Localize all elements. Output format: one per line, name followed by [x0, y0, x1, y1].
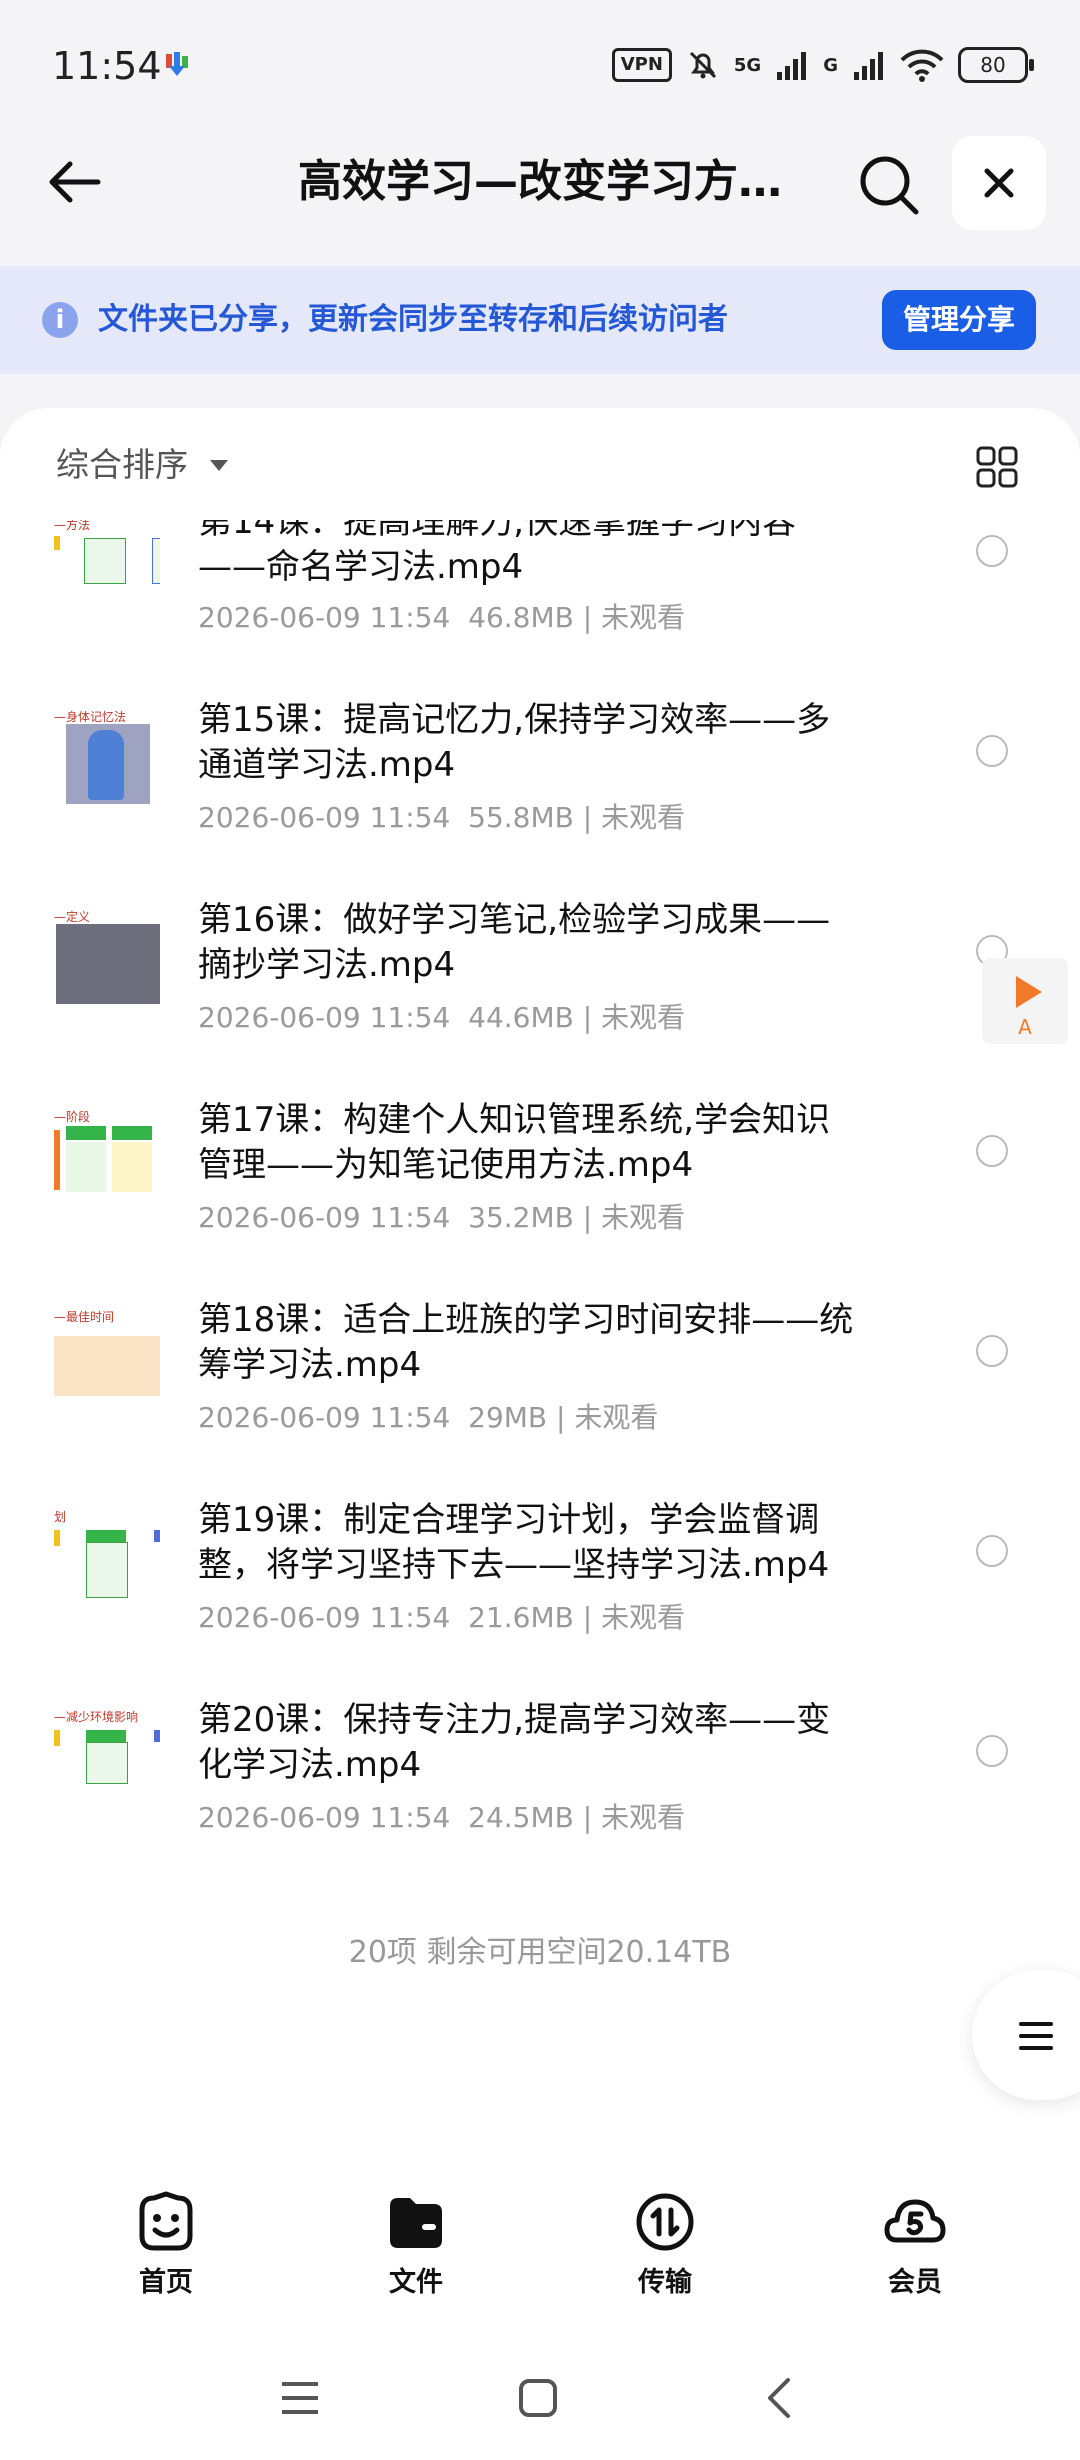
tab-files-label: 文件	[389, 2267, 443, 2298]
manage-share-button[interactable]: 管理分享	[882, 290, 1036, 350]
select-radio[interactable]	[976, 535, 1008, 567]
video-thumbnail: —最佳时间	[54, 1308, 160, 1412]
info-icon: i	[42, 302, 78, 338]
file-name: 第19课：制定合理学习计划，学会监督调整，将学习坚持下去——坚持学习法.mp4	[198, 1500, 830, 1585]
close-icon	[984, 168, 1014, 198]
video-thumbnail: —身体记忆法	[54, 708, 160, 812]
list-item[interactable]: —身体记忆法 第15课：提高记忆力,保持学习效率——多通道学习法.mp4 202…	[0, 698, 1080, 898]
tab-transfer-label: 传输	[638, 2267, 692, 2298]
file-name: 第20课：保持专注力,提高学习效率——变化学习法.mp4	[198, 1700, 831, 1785]
system-navigation-bar	[0, 2340, 1080, 2460]
tab-home-label: 首页	[139, 2267, 193, 2298]
recent-apps-icon[interactable]	[280, 2378, 320, 2418]
network-g-label: G	[823, 54, 838, 76]
list-item[interactable]: —阶段 第17课：构建个人知识管理系统,学会知识管理——为知笔记使用方法.mp4…	[0, 1098, 1080, 1298]
video-thumbnail: —方法	[54, 520, 160, 620]
back-nav-icon[interactable]	[760, 2376, 800, 2420]
select-radio[interactable]	[976, 1135, 1008, 1167]
share-banner-text: 文件夹已分享，更新会同步至转存和后续访问者	[98, 302, 728, 337]
select-radio[interactable]	[976, 735, 1008, 767]
sort-dropdown[interactable]: 综合排序	[56, 440, 188, 490]
app-notification-icon	[166, 52, 188, 76]
list-item[interactable]: 划 第19课：制定合理学习计划，学会监督调整，将学习坚持下去——坚持学习法.mp…	[0, 1498, 1080, 1698]
network-5g-label: 5G	[733, 54, 762, 76]
tab-vip-label: 会员	[888, 2267, 942, 2298]
file-name: 第15课：提高记忆力,保持学习效率——多通道学习法.mp4	[198, 700, 831, 785]
transfer-icon	[636, 2193, 694, 2251]
signal-icon	[777, 52, 807, 80]
battery-indicator: 80	[958, 47, 1034, 83]
select-radio[interactable]	[976, 1735, 1008, 1767]
signal-icon-2	[854, 52, 883, 80]
vpn-badge: VPN	[611, 48, 672, 82]
back-arrow-icon[interactable]	[44, 150, 108, 214]
tab-files[interactable]: 文件	[351, 2190, 481, 2299]
video-thumbnail: —定义	[54, 908, 160, 1012]
tab-transfer[interactable]: 传输	[600, 2190, 730, 2299]
chevron-down-icon[interactable]	[210, 460, 228, 471]
smiley-home-icon	[139, 2191, 193, 2251]
file-name: 第16课：做好学习笔记,检验学习成果——摘抄学习法.mp4	[198, 900, 831, 985]
file-name: 第18课：适合上班族的学习时间安排——统筹学习法.mp4	[198, 1300, 854, 1385]
select-radio[interactable]	[976, 1335, 1008, 1367]
vip-cloud-icon	[884, 2199, 946, 2243]
file-name: 第14课：提高理解力,快速掌握学习内容——命名学习法.mp4	[198, 520, 797, 587]
list-item[interactable]: —最佳时间 第18课：适合上班族的学习时间安排——统筹学习法.mp4 2026-…	[0, 1298, 1080, 1498]
file-meta: 2026-06-09 11:54 55.8MB | 未观看	[198, 801, 686, 834]
folder-icon	[390, 2198, 442, 2248]
file-meta: 2026-06-09 11:54 21.6MB | 未观看	[198, 1601, 686, 1634]
file-meta: 2026-06-09 11:54 46.8MB | 未观看	[198, 601, 686, 634]
video-thumbnail: —阶段	[54, 1108, 160, 1212]
file-meta: 2026-06-09 11:54 24.5MB | 未观看	[198, 1801, 686, 1834]
play-icon: A	[1016, 976, 1042, 1039]
menu-icon	[1019, 2022, 1053, 2050]
list-item[interactable]: —减少环境影响 第20课：保持专注力,提高学习效率——变化学习法.mp4 202…	[0, 1698, 1080, 1860]
page-title: 高效学习—改变学习方…	[298, 156, 782, 207]
home-nav-icon[interactable]	[518, 2378, 558, 2418]
file-meta: 2026-06-09 11:54 44.6MB | 未观看	[198, 1001, 686, 1034]
select-radio[interactable]	[976, 1535, 1008, 1567]
list-item[interactable]: —定义 第16课：做好学习笔记,检验学习成果——摘抄学习法.mp4 2026-0…	[0, 898, 1080, 1098]
video-thumbnail: —减少环境影响	[54, 1708, 160, 1812]
tab-home[interactable]: 首页	[101, 2190, 231, 2299]
bell-muted-icon	[689, 51, 716, 79]
file-meta: 2026-06-09 11:54 35.2MB | 未观看	[198, 1201, 686, 1234]
grid-view-icon[interactable]	[976, 446, 1018, 488]
video-thumbnail: 划	[54, 1508, 160, 1612]
storage-summary: 20项 剩余可用空间20.14TB	[348, 1935, 732, 1970]
file-meta: 2026-06-09 11:54 29MB | 未观看	[198, 1401, 659, 1434]
floating-player-button[interactable]: A	[982, 958, 1068, 1044]
status-bar: 11:54 VPN 5G G 80	[0, 0, 1080, 130]
file-name: 第17课：构建个人知识管理系统,学会知识管理——为知笔记使用方法.mp4	[198, 1100, 831, 1185]
wifi-icon	[900, 49, 944, 82]
status-time: 11:54	[52, 44, 162, 88]
close-button[interactable]	[952, 136, 1046, 230]
tab-vip[interactable]: 会员	[850, 2190, 980, 2299]
svg-text:A: A	[1018, 1015, 1032, 1039]
status-icons: VPN 5G G 80	[611, 44, 1034, 86]
search-icon[interactable]	[854, 150, 924, 220]
list-item[interactable]: —方法 第14课：提高理解力,快速掌握学习内容——命名学习法.mp4 2026-…	[0, 520, 1080, 698]
file-list: —方法 第14课：提高理解力,快速掌握学习内容——命名学习法.mp4 2026-…	[0, 520, 1080, 1860]
